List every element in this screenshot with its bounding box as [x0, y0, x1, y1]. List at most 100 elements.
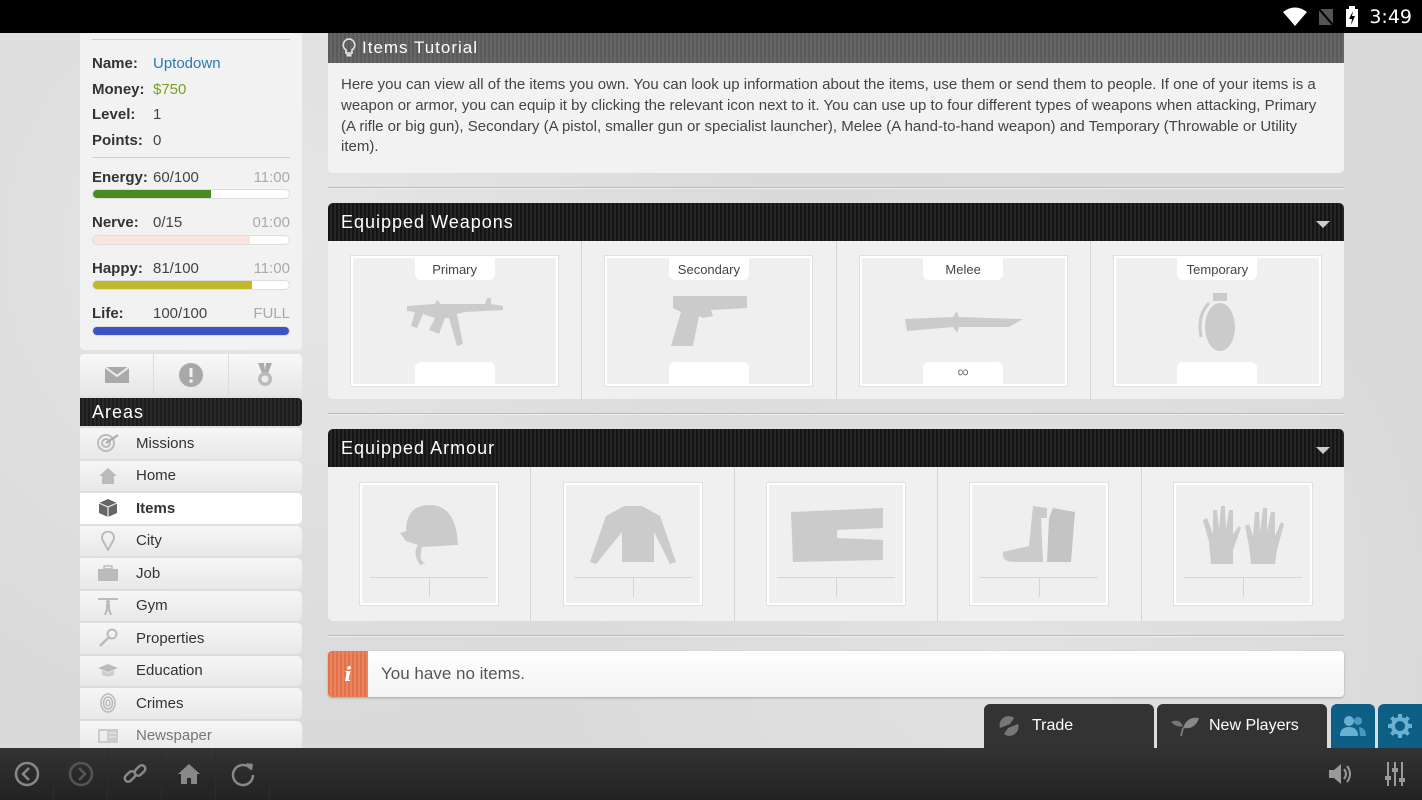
weapon-box[interactable]: Temporary	[1112, 255, 1322, 387]
equipped-weapons-title: Equipped Weapons	[341, 211, 514, 232]
sidebar-item-label: Newspaper	[136, 727, 212, 745]
name-row: Name: Uptodown	[92, 51, 290, 77]
sidebar-item-label: City	[136, 532, 162, 550]
points-row: Points: 0	[92, 128, 290, 154]
armour-box[interactable]	[562, 482, 703, 606]
slot-label: Secondary	[668, 258, 749, 280]
sound-button[interactable]	[1314, 748, 1368, 800]
refresh-button[interactable]	[216, 748, 270, 800]
alert-icon	[178, 363, 203, 387]
life-value: 100/100	[153, 305, 208, 322]
slot-footer	[414, 362, 495, 384]
equipped-armour-section: Equipped Armour	[328, 429, 1344, 621]
messages-button[interactable]	[80, 354, 155, 396]
fingerprint-icon	[100, 693, 116, 713]
sidebar-item-label: Items	[136, 499, 176, 517]
energy-track	[92, 189, 290, 199]
pants-icon	[791, 508, 884, 562]
divider	[92, 39, 290, 40]
equipped-armour-header[interactable]: Equipped Armour	[328, 429, 1344, 467]
home-button[interactable]	[162, 748, 216, 800]
money-label: Money:	[92, 80, 145, 98]
life-fill	[93, 326, 289, 335]
info-icon: i	[328, 651, 368, 697]
slot-footer	[668, 362, 749, 384]
divider	[836, 577, 838, 597]
battery-charging-icon	[1346, 5, 1359, 27]
name-value[interactable]: Uptodown	[153, 55, 221, 72]
mixer-button[interactable]	[1368, 748, 1422, 800]
sliders-icon	[1385, 762, 1405, 786]
nerve-track	[92, 234, 290, 245]
nerve-value: 0/15	[153, 214, 183, 231]
tutorial-header[interactable]: Items Tutorial	[328, 33, 1344, 63]
rifle-icon	[406, 298, 503, 346]
home-icon	[99, 467, 117, 484]
sidebar-item-label: Properties	[136, 629, 205, 647]
armour-box[interactable]	[1172, 482, 1313, 606]
graduation-cap-icon	[98, 663, 118, 677]
sidebar-item-job[interactable]: Job	[80, 558, 302, 589]
weapon-box[interactable]: Melee ∞	[858, 255, 1068, 387]
slot-label: Temporary	[1177, 258, 1258, 280]
weapon-box[interactable]: Primary	[350, 255, 560, 387]
trade-button[interactable]: Trade	[984, 704, 1154, 748]
new-players-button[interactable]: New Players	[1157, 704, 1327, 748]
weapon-slot-melee: Melee ∞	[837, 241, 1091, 399]
sidebar-item-properties[interactable]: Properties	[80, 623, 302, 654]
equipped-weapons-header[interactable]: Equipped Weapons	[328, 203, 1344, 241]
sidebar-item-missions[interactable]: Missions	[80, 428, 302, 459]
trade-label: Trade	[1032, 717, 1074, 734]
chevron-down-icon[interactable]	[1316, 220, 1330, 228]
back-button[interactable]	[0, 748, 54, 800]
sidebar-item-crimes[interactable]: Crimes	[80, 688, 302, 719]
awards-button[interactable]	[229, 354, 302, 396]
weapon-box[interactable]: Secondary	[604, 255, 814, 387]
jacket-icon	[589, 506, 676, 564]
armour-slot-feet	[938, 467, 1142, 621]
tutorial-text: Here you can view all of the items you o…	[341, 76, 1317, 156]
sidebar-item-items[interactable]: Items	[80, 493, 302, 524]
armour-slot-legs	[735, 467, 939, 621]
life-bar[interactable]: Life: 100/100 FULL	[92, 304, 290, 350]
divider	[632, 577, 634, 597]
nerve-bar[interactable]: Nerve: 0/15 01:00	[92, 213, 290, 259]
map-pin-icon	[101, 530, 115, 551]
grenade-icon	[1198, 293, 1236, 351]
forward-button[interactable]	[54, 748, 108, 800]
name-label: Name:	[92, 55, 138, 73]
divider	[328, 635, 1344, 637]
chevron-down-icon[interactable]	[1316, 446, 1330, 454]
armour-box[interactable]	[359, 482, 500, 606]
user-info-panel: Name: Uptodown Money: $750 Level: 1 Points:…	[80, 33, 302, 350]
tutorial-panel: Items Tutorial Here you can view all of …	[328, 33, 1344, 173]
events-button[interactable]	[154, 354, 229, 396]
settings-button[interactable]	[1378, 704, 1422, 748]
sidebar: Name: Uptodown Money: $750 Level: 1 Points:…	[80, 33, 302, 753]
armour-slots	[328, 467, 1344, 621]
friends-button[interactable]	[1331, 704, 1375, 748]
energy-bar[interactable]: Energy: 60/100 11:00	[92, 167, 290, 213]
sidebar-item-gym[interactable]: Gym	[80, 590, 302, 621]
armour-box[interactable]	[766, 482, 907, 606]
money-row: Money: $750	[92, 77, 290, 103]
knife-icon	[905, 311, 1024, 333]
happy-value: 81/100	[153, 259, 199, 277]
refresh-icon	[231, 763, 254, 787]
slot-label: Primary	[414, 258, 495, 280]
sidebar-item-home[interactable]: Home	[80, 460, 302, 491]
sidebar-item-education[interactable]: Education	[80, 655, 302, 686]
armour-box[interactable]	[969, 482, 1110, 606]
weapon-slot-temporary: Temporary	[1091, 241, 1344, 399]
life-track	[92, 325, 290, 336]
sidebar-item-city[interactable]: City	[80, 525, 302, 556]
weapon-slot-secondary: Secondary	[582, 241, 837, 399]
weapon-slots: Primary Secondary Melee ∞ Temporary	[328, 241, 1344, 399]
newspaper-icon	[98, 728, 118, 743]
happy-bar[interactable]: Happy: 81/100 11:00	[92, 258, 290, 304]
helmet-icon	[400, 505, 459, 565]
link-button[interactable]	[108, 748, 162, 800]
equipped-armour-title: Equipped Armour	[341, 437, 496, 458]
main-content: Items Tutorial Here you can view all of …	[328, 33, 1344, 697]
sidebar-item-newspaper[interactable]: Newspaper	[80, 720, 302, 751]
